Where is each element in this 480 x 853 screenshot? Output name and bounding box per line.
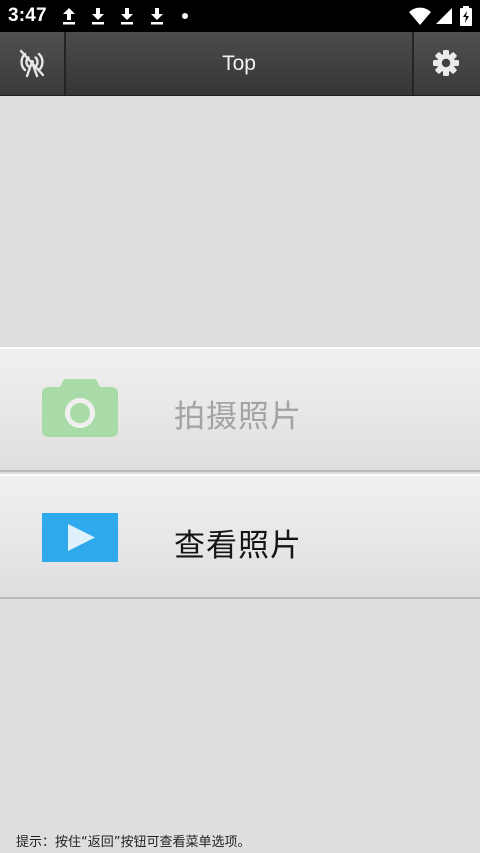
- play-icon: [42, 513, 118, 562]
- status-bar: 3:47: [0, 0, 480, 32]
- battery-icon: [460, 6, 472, 26]
- download-icon: [151, 8, 163, 25]
- top-toolbar: Top: [0, 32, 480, 96]
- hint-text: 提示：按住“返回”按钮可查看菜单选项。: [16, 835, 251, 850]
- page-title: Top: [222, 52, 256, 75]
- settings-button[interactable]: [412, 32, 480, 95]
- wifi-icon: [409, 7, 431, 25]
- status-time: 3:47: [8, 5, 47, 26]
- view-photos-label: 查看照片: [174, 528, 302, 564]
- download-icon: [121, 8, 133, 25]
- notification-dot-icon: [182, 13, 188, 19]
- view-photos-menu-item[interactable]: 查看照片: [0, 474, 480, 599]
- gear-icon: [433, 50, 459, 76]
- signal-icon: [436, 8, 452, 24]
- camera-icon: [42, 379, 118, 437]
- connection-button[interactable]: [0, 32, 66, 95]
- upload-icon: [63, 8, 75, 25]
- take-photo-menu-item[interactable]: 拍摄照片: [0, 347, 480, 472]
- take-photo-label: 拍摄照片: [174, 399, 302, 435]
- download-icon: [92, 8, 104, 25]
- no-signal-antenna-icon: [19, 49, 45, 78]
